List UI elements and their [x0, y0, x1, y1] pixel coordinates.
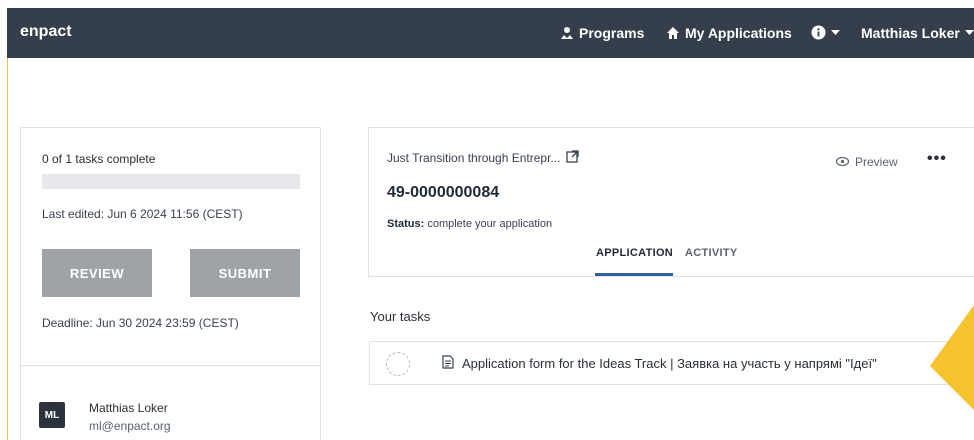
chevron-down-icon	[831, 29, 840, 36]
preview-button[interactable]: Preview	[835, 155, 898, 169]
tab-activity[interactable]: ACTIVITY	[685, 247, 738, 259]
task-row[interactable]: Application form for the Ideas Track | З…	[369, 341, 969, 385]
program-link[interactable]: Just Transition through Entrepr...	[387, 150, 580, 166]
program-name: Just Transition through Entrepr...	[387, 151, 561, 165]
submit-button[interactable]: SUBMIT	[190, 249, 300, 297]
application-header-card: Just Transition through Entrepr... Previ…	[368, 127, 974, 277]
document-icon	[442, 355, 454, 372]
external-link-icon	[566, 150, 580, 166]
left-margin	[0, 0, 7, 440]
info-menu[interactable]	[811, 25, 840, 40]
user-name: Matthias Loker	[89, 401, 168, 415]
status-text: Status: complete your application	[387, 218, 552, 230]
task-label: Application form for the Ideas Track | З…	[462, 356, 877, 371]
info-icon	[811, 25, 826, 40]
chevron-down-icon	[964, 30, 974, 36]
tab-application[interactable]: APPLICATION	[596, 247, 673, 259]
nav-my-applications[interactable]: My Applications	[666, 25, 792, 41]
more-options-icon[interactable]: •••	[927, 150, 947, 168]
last-edited-text: Last edited: Jun 6 2024 11:56 (CEST)	[42, 207, 243, 221]
progress-bar	[42, 174, 300, 189]
status-label: Status:	[387, 218, 425, 230]
application-summary-card: 0 of 1 tasks complete Last edited: Jun 6…	[20, 127, 321, 440]
task-item: Application form for the Ideas Track | З…	[442, 355, 877, 372]
nav-programs-label: Programs	[579, 25, 645, 41]
review-button[interactable]: REVIEW	[42, 249, 152, 297]
nav-programs[interactable]: Programs	[560, 25, 644, 41]
status-value: complete your application	[427, 218, 553, 230]
tasks-complete-text: 0 of 1 tasks complete	[42, 152, 156, 166]
brand-logo[interactable]: enpact	[20, 23, 72, 41]
eye-icon	[835, 155, 850, 169]
avatar: ML	[39, 402, 65, 428]
user-menu[interactable]: Matthias Loker	[861, 25, 974, 41]
user-email: ml@enpact.org	[89, 419, 171, 433]
active-tab-indicator	[595, 273, 673, 276]
task-status-icon	[386, 352, 410, 376]
deadline-text: Deadline: Jun 30 2024 23:59 (CEST)	[42, 316, 239, 330]
tasks-title: Your tasks	[370, 309, 431, 324]
home-icon	[666, 26, 680, 40]
user-menu-label: Matthias Loker	[861, 25, 960, 41]
nav-my-applications-label: My Applications	[685, 25, 792, 41]
programs-icon	[560, 26, 574, 40]
divider	[21, 365, 320, 366]
top-navbar: enpact Programs My Applications Matthias…	[7, 8, 974, 58]
top-margin	[0, 0, 974, 8]
application-id: 49-0000000084	[387, 184, 500, 201]
preview-label: Preview	[855, 155, 898, 169]
